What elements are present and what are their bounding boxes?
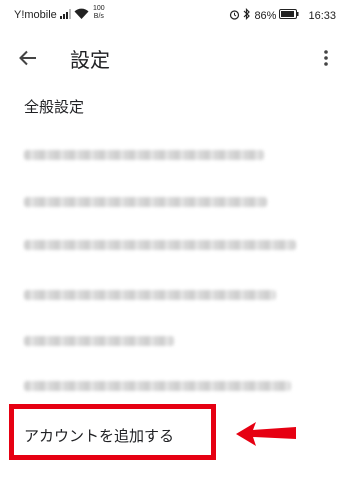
general-settings-item[interactable]: 全般設定 — [24, 96, 84, 117]
bluetooth-icon — [243, 8, 251, 23]
blurred-account-3[interactable] — [24, 240, 296, 250]
blurred-account-2[interactable] — [24, 197, 267, 207]
status-right: 86% 16:33 — [229, 8, 336, 23]
battery-icon — [279, 9, 299, 22]
wifi-icon — [74, 8, 89, 23]
carrier-label: Y!mobile — [14, 9, 57, 21]
overflow-menu-button[interactable] — [310, 42, 342, 74]
blurred-account-5[interactable] — [24, 336, 174, 346]
app-bar: 設定 — [0, 30, 350, 86]
status-bar: Y!mobile 100 B/s 86% 16:33 — [0, 0, 350, 30]
blurred-account-1[interactable] — [24, 150, 264, 160]
network-speed-value: 100 — [93, 5, 105, 12]
more-vert-icon — [324, 50, 328, 66]
add-account-item[interactable]: アカウントを追加する — [24, 425, 174, 446]
network-speed-unit: B/s — [93, 13, 104, 20]
signal-icon — [60, 9, 72, 22]
blurred-account-6[interactable] — [24, 381, 291, 391]
clock: 16:33 — [308, 9, 336, 22]
page-title: 設定 — [70, 48, 110, 72]
alarm-icon — [229, 9, 240, 23]
network-speed: 100 B/s — [93, 5, 105, 21]
arrow-left-icon — [19, 50, 36, 66]
back-button[interactable] — [12, 42, 44, 74]
blurred-account-4[interactable] — [24, 290, 276, 300]
battery-percent: 86% — [254, 9, 277, 22]
red-arrow-icon — [236, 422, 296, 446]
